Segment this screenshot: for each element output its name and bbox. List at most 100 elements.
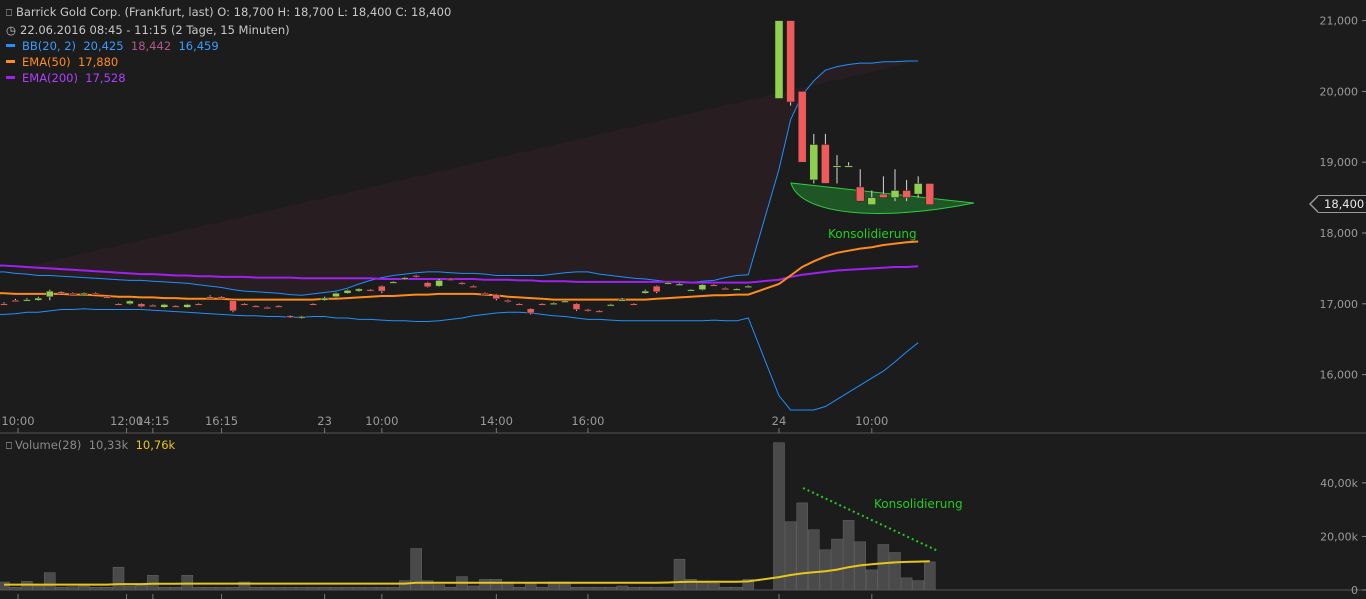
- candle-body: [263, 307, 272, 310]
- y-tick-label: 21,000: [1320, 15, 1359, 28]
- volume-panel: [0, 442, 1366, 591]
- candle-body: [68, 292, 77, 295]
- candle-body: [160, 304, 169, 308]
- consolidation-ellipse: [790, 182, 975, 214]
- candle-body: [194, 303, 203, 306]
- candle-body: [561, 300, 569, 303]
- candle-body: [549, 302, 558, 305]
- last-price-tag: 18,400: [1308, 195, 1366, 213]
- volume-bar: [696, 581, 709, 591]
- candle-body: [641, 290, 649, 294]
- candle-body: [46, 290, 54, 298]
- candle-body: [821, 144, 830, 184]
- candle-body: [275, 305, 283, 308]
- x-tick-label: 14:15: [136, 414, 169, 428]
- candle-body: [538, 303, 546, 306]
- candle-body: [137, 303, 146, 307]
- legend-ema200[interactable]: EMA(200) 17,528: [6, 70, 451, 86]
- volume-bar: [673, 558, 686, 591]
- candle-body: [91, 292, 100, 295]
- candle-body: [57, 291, 66, 294]
- volume-value: 10,76k: [135, 438, 176, 452]
- candle-body: [80, 292, 88, 295]
- candle-body: [744, 285, 753, 288]
- legend-ema50[interactable]: EMA(50) 17,880: [6, 54, 451, 70]
- x-tick-label: 23: [317, 414, 332, 428]
- volume-bar: [399, 580, 411, 591]
- candle-body: [664, 282, 672, 285]
- volume-bar: [433, 584, 445, 591]
- candle-body: [126, 300, 134, 305]
- candle-body: [114, 303, 123, 306]
- candle-body: [401, 277, 409, 280]
- x-tick-label: 10:00: [365, 414, 398, 428]
- candle-body: [206, 296, 214, 299]
- volume-bar: [490, 579, 503, 591]
- candle-body: [774, 20, 784, 99]
- volume-label: Volume(28): [15, 438, 82, 452]
- candle-body: [832, 165, 842, 168]
- candle-body: [652, 285, 661, 293]
- candle-body: [721, 287, 730, 290]
- volume-legend[interactable]: ⎕ Volume(28) 10,33k 10,76k: [6, 437, 175, 455]
- ema50-swatch-icon: [6, 60, 15, 63]
- candle-body: [526, 308, 535, 314]
- candle-body: [435, 280, 443, 287]
- candle-body: [675, 283, 684, 286]
- candle-body: [879, 193, 888, 198]
- bb-mid: 18,442: [130, 39, 172, 53]
- candle-body: [687, 289, 695, 292]
- volume-bar: [0, 581, 10, 591]
- candle-body: [252, 305, 260, 308]
- candle-body: [297, 316, 306, 319]
- candle-body: [515, 303, 524, 306]
- volume-consolidation-label: Konsolidierung: [874, 497, 963, 511]
- volume-bar: [784, 521, 797, 591]
- candle-body: [103, 296, 111, 299]
- candle-body: [733, 288, 741, 291]
- candle-body: [786, 20, 795, 103]
- volume-bar: [708, 583, 720, 591]
- candle-body: [607, 304, 615, 307]
- candle-body: [172, 305, 180, 308]
- candle-body: [618, 299, 627, 302]
- candle-body: [320, 297, 329, 301]
- x-tick-label: 14:00: [480, 414, 513, 428]
- volume-bar: [773, 442, 785, 591]
- volume-bar: [479, 579, 491, 591]
- candle-body: [332, 292, 340, 297]
- bb-upper: 20,425: [83, 39, 124, 53]
- volume-bar: [147, 575, 159, 591]
- bb-label: BB(20, 2): [22, 39, 77, 53]
- candle-body: [913, 183, 923, 195]
- x-tick-label: 16:15: [205, 414, 238, 428]
- candle-body: [149, 304, 157, 307]
- bollinger-lower-line: [3, 308, 919, 411]
- volume-bar: [44, 572, 56, 591]
- candle-body: [902, 190, 911, 198]
- candle-body: [890, 190, 900, 198]
- volume-y-tick-label: 0: [1351, 584, 1358, 597]
- volume-average: 10,33k: [88, 438, 129, 452]
- volume-bar: [900, 577, 913, 591]
- legend-bollinger[interactable]: BB(20, 2) 20,425 18,442 16,459: [6, 38, 451, 54]
- volume-bar: [616, 585, 629, 591]
- x-tick-label: 24: [772, 414, 787, 428]
- candle-body: [23, 299, 31, 302]
- candle-body: [343, 290, 352, 294]
- candle-body: [217, 296, 226, 299]
- candle-body: [286, 315, 295, 318]
- instrument-line: ⎕ Barrick Gold Corp. (Frankfurt, last) O:…: [6, 4, 451, 22]
- y-tick-label: 17,000: [1320, 298, 1359, 311]
- y-tick-label: 18,000: [1320, 227, 1359, 240]
- candle-body: [855, 186, 865, 202]
- candle-body: [572, 303, 581, 310]
- candle-body: [229, 300, 237, 312]
- candle-body: [458, 282, 466, 285]
- chart-canvas: 21,000 20,000 19,000 18,000 17,000 16,000 10:…: [0, 15, 1366, 599]
- y-tick-label: 19,000: [1320, 156, 1359, 169]
- candle-body: [492, 294, 501, 300]
- price-consolidation-label: Konsolidierung: [828, 227, 917, 241]
- candle-body: [366, 289, 375, 292]
- candle-body: [355, 288, 363, 292]
